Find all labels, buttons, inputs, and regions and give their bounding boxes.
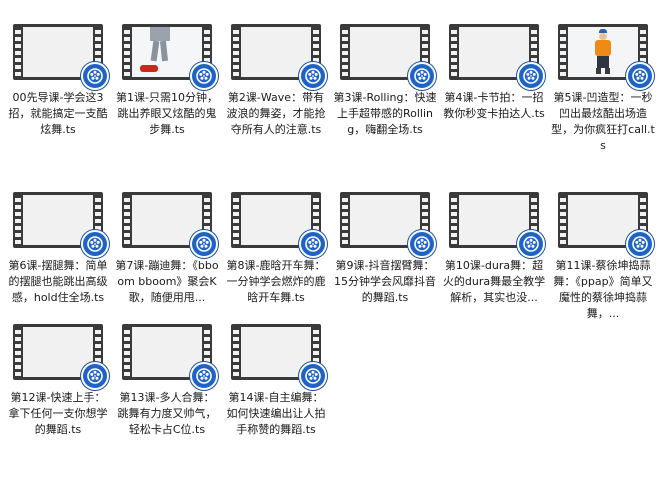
file-name: 第8课-鹿晗开车舞：一分钟学会燃炸的鹿晗开车舞.ts — [226, 259, 326, 304]
media-player-icon — [190, 230, 218, 258]
file-item[interactable]: 第12课-快速上手：拿下任何一支你想学的舞蹈.ts — [6, 324, 110, 438]
video-file-icon[interactable] — [231, 24, 327, 90]
film-perforation — [124, 27, 130, 77]
file-item[interactable]: 第1课-只需10分钟，跳出养眼又炫酷的鬼步舞.ts — [115, 24, 219, 138]
video-file-icon[interactable] — [13, 324, 109, 390]
media-player-icon — [299, 230, 327, 258]
film-perforation — [233, 195, 239, 245]
video-file-icon[interactable] — [558, 24, 654, 90]
video-file-icon[interactable] — [122, 324, 218, 390]
file-item[interactable]: 第14课-自主编舞：如何快速编出让人拍手称赞的舞蹈.ts — [224, 324, 328, 438]
file-item[interactable]: 第5课-凹造型：一秒凹出最炫酷出场造型，为你疯狂打call.ts — [551, 24, 655, 154]
film-perforation — [342, 27, 348, 77]
file-item[interactable]: 第9课-抖音摆臂舞：15分钟学会风靡抖音的舞蹈.ts — [333, 192, 437, 306]
file-item[interactable]: 第8课-鹿晗开车舞：一分钟学会燃炸的鹿晗开车舞.ts — [224, 192, 328, 306]
media-player-icon — [190, 62, 218, 90]
film-perforation — [124, 327, 130, 377]
media-player-icon — [190, 362, 218, 390]
file-name: 第2课-Wave：带有波浪的舞姿，才能抢夺所有人的注意.ts — [226, 91, 326, 136]
dancer-figure — [148, 27, 172, 63]
media-player-icon — [517, 230, 545, 258]
video-file-icon[interactable] — [13, 192, 109, 258]
file-name: 第10课-dura舞：超火的dura舞最全教学解析，其实也没... — [442, 259, 546, 304]
media-player-icon — [81, 230, 109, 258]
media-player-icon — [626, 230, 654, 258]
file-item[interactable]: 第10课-dura舞：超火的dura舞最全教学解析，其实也没... — [442, 192, 546, 306]
video-file-icon[interactable] — [449, 24, 545, 90]
file-name: 第1课-只需10分钟，跳出养眼又炫酷的鬼步舞.ts — [116, 91, 218, 136]
film-perforation — [233, 27, 239, 77]
file-item[interactable]: 第11课-蔡徐坤捣蒜舞：《ppap》简单又魔性的蔡徐坤捣蒜舞，... — [551, 192, 655, 322]
file-name: 第7课-蹦迪舞：《bboom bboom》聚会K歌，随便用甩... — [115, 259, 219, 304]
file-item[interactable]: 第3课-Rolling：快速上手超带感的Rolling，嗨翻全场.ts — [333, 24, 437, 138]
file-item[interactable]: 第4课-卡节拍：一招教你秒变卡拍达人.ts — [442, 24, 546, 122]
file-name: 第3课-Rolling：快速上手超带感的Rolling，嗨翻全场.ts — [333, 91, 437, 136]
film-perforation — [233, 327, 239, 377]
film-perforation — [15, 27, 21, 77]
file-name: 第6课-摆腿舞：简单的摆腿也能跳出高级感，hold住全场.ts — [8, 259, 108, 304]
media-player-icon — [517, 62, 545, 90]
media-player-icon — [408, 62, 436, 90]
shoe-shape — [140, 65, 158, 72]
file-grid: 00先导课-学会这3招，就能搞定一支酷炫舞.ts 第1课-只需10分钟，跳出养眼又… — [0, 0, 666, 482]
file-name: 第9课-抖音摆臂舞：15分钟学会风靡抖音的舞蹈.ts — [334, 259, 436, 304]
file-name: 第14课-自主编舞：如何快速编出让人拍手称赞的舞蹈.ts — [226, 391, 326, 436]
video-file-icon[interactable] — [231, 324, 327, 390]
media-player-icon — [626, 62, 654, 90]
video-file-icon[interactable] — [449, 192, 545, 258]
file-item[interactable]: 第6课-摆腿舞：简单的摆腿也能跳出高级感，hold住全场.ts — [6, 192, 110, 306]
film-perforation — [451, 195, 457, 245]
file-name: 第13课-多人合舞：跳舞有力度又帅气，轻松卡占C位.ts — [117, 391, 217, 436]
video-file-icon[interactable] — [13, 24, 109, 90]
video-file-icon[interactable] — [340, 24, 436, 90]
file-name: 00先导课-学会这3招，就能搞定一支酷炫舞.ts — [8, 91, 108, 136]
film-perforation — [451, 27, 457, 77]
file-item[interactable]: 00先导课-学会这3招，就能搞定一支酷炫舞.ts — [6, 24, 110, 138]
film-perforation — [560, 195, 566, 245]
file-name: 第5课-凹造型：一秒凹出最炫酷出场造型，为你疯狂打call.ts — [551, 91, 655, 152]
video-file-icon[interactable] — [231, 192, 327, 258]
file-item[interactable]: 第2课-Wave：带有波浪的舞姿，才能抢夺所有人的注意.ts — [224, 24, 328, 138]
film-perforation — [560, 27, 566, 77]
media-player-icon — [81, 62, 109, 90]
media-player-icon — [81, 362, 109, 390]
file-item[interactable]: 第7课-蹦迪舞：《bboom bboom》聚会K歌，随便用甩... — [115, 192, 219, 306]
media-player-icon — [299, 362, 327, 390]
file-name: 第12课-快速上手：拿下任何一支你想学的舞蹈.ts — [8, 391, 108, 436]
video-file-icon[interactable] — [122, 24, 218, 90]
film-perforation — [124, 195, 130, 245]
video-file-icon[interactable] — [122, 192, 218, 258]
film-perforation — [15, 195, 21, 245]
file-name: 第4课-卡节拍：一招教你秒变卡拍达人.ts — [443, 91, 545, 120]
dancer-figure — [594, 29, 612, 75]
film-perforation — [15, 327, 21, 377]
file-name: 第11课-蔡徐坤捣蒜舞：《ppap》简单又魔性的蔡徐坤捣蒜舞，... — [553, 259, 653, 320]
video-file-icon[interactable] — [558, 192, 654, 258]
media-player-icon — [408, 230, 436, 258]
file-item[interactable]: 第13课-多人合舞：跳舞有力度又帅气，轻松卡占C位.ts — [115, 324, 219, 438]
media-player-icon — [299, 62, 327, 90]
video-file-icon[interactable] — [340, 192, 436, 258]
film-perforation — [342, 195, 348, 245]
